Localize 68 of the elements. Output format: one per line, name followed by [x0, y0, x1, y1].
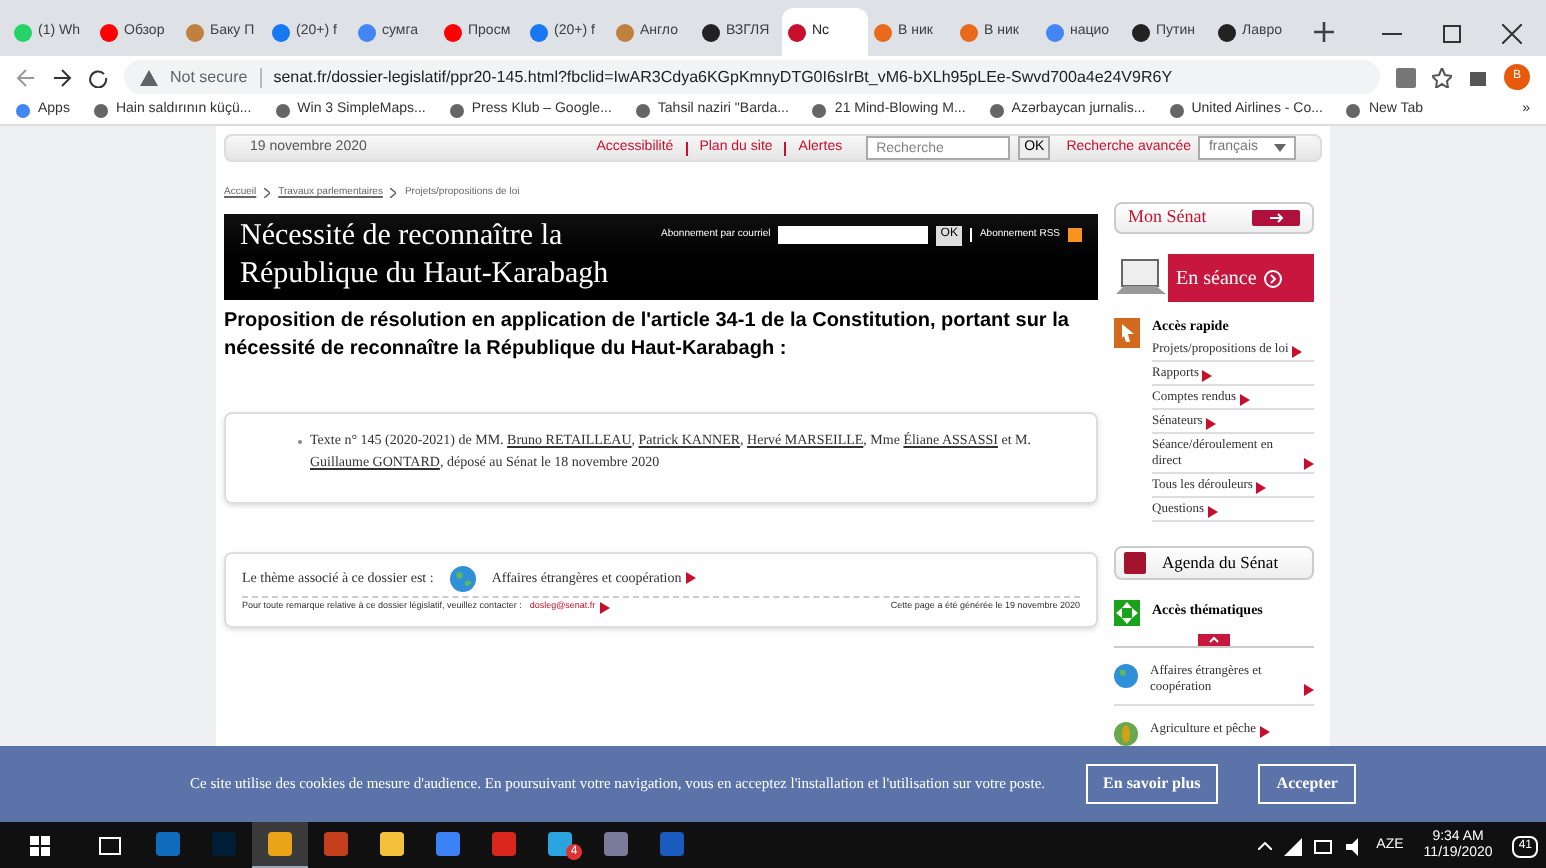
en-seance-button[interactable]: En séance	[1168, 254, 1314, 302]
arrow-icon	[1202, 369, 1213, 381]
wheat-icon	[1114, 722, 1138, 746]
taskbar-app[interactable]	[252, 822, 308, 868]
address-bar[interactable]: Not secure senat.fr/dossier-legislatif/ppr20-145.html?fbclid=IwAR3Cdya6KGpKmnyDTG0I6sIrBt_vM6-bXLh95pLEe-Swvd700a4e24V9R6Y	[124, 60, 1380, 94]
arrow-icon	[685, 572, 696, 584]
close-icon[interactable]	[1502, 24, 1522, 44]
email-field[interactable]	[778, 226, 929, 244]
new-tab-icon[interactable]	[1314, 22, 1334, 42]
favicon-icon	[960, 23, 978, 41]
favicon-icon	[616, 23, 634, 41]
star-icon[interactable]	[1432, 67, 1452, 87]
favicon-icon	[358, 23, 376, 41]
favicon-icon	[874, 23, 892, 41]
arrow-icon	[1292, 345, 1303, 357]
chevron-icon	[1264, 269, 1283, 287]
arrow-icon	[1206, 417, 1217, 429]
app-icon	[268, 832, 292, 856]
chevron-icon	[390, 188, 397, 199]
security-label: Not secure	[170, 65, 248, 89]
maximize-icon[interactable]	[1442, 24, 1462, 44]
chevron-icon	[264, 188, 271, 199]
app-icon	[492, 832, 516, 856]
app-icon	[380, 832, 404, 856]
page-heading: Proposition de résolution en application de l'article 34-1 de la Constitution, portant sur la nécessité de reconnaître la République du Haut-Karabagh :	[224, 307, 1071, 363]
arrow-icon	[1260, 726, 1271, 738]
cookie-button[interactable]: Accepter	[1258, 764, 1356, 804]
arrows-icon	[1114, 600, 1140, 626]
app-icon	[548, 832, 572, 856]
page-title: République du Haut-Karabagh	[240, 256, 609, 294]
arrow-icon	[1304, 457, 1314, 469]
favicon-icon	[14, 23, 32, 41]
cursor-icon	[1114, 318, 1140, 348]
arrow-icon	[1256, 481, 1267, 493]
favicon-icon	[702, 23, 720, 41]
network-icon[interactable]	[1284, 837, 1303, 855]
app-icon	[436, 832, 460, 856]
app-icon	[156, 832, 180, 856]
chevron-up-icon[interactable]	[1258, 842, 1273, 850]
forward-icon[interactable]	[52, 67, 72, 87]
favicon-icon	[1132, 23, 1150, 41]
reload-icon[interactable]	[88, 67, 108, 87]
url-text: senat.fr/dossier-legislatif/ppr20-145.html?fbclid=IwAR3Cdya6KGpKmnyDTG0I6sIrBt_vM6-bXLh95pLEe-Swvd700a4e24V9R6Y	[273, 65, 1173, 89]
favicon-icon	[444, 23, 462, 41]
back-icon[interactable]	[16, 67, 36, 87]
favicon-icon	[1046, 23, 1064, 41]
collapse-icon[interactable]	[1198, 634, 1230, 646]
favicon-icon	[788, 23, 806, 41]
app-icon	[324, 832, 348, 856]
warning-icon	[140, 69, 158, 85]
book-icon	[1124, 552, 1146, 574]
arrow-icon	[1240, 393, 1251, 405]
battery-icon[interactable]	[1314, 839, 1335, 853]
app-icon	[660, 832, 684, 856]
page-title: Nécessité de reconnaître la	[240, 218, 565, 256]
favicon-icon	[1218, 23, 1236, 41]
app-icon	[212, 832, 236, 856]
arrow-icon	[1208, 505, 1218, 517]
arrow-icon	[1304, 684, 1314, 696]
cookie-button[interactable]: En savoir plus	[1085, 764, 1219, 804]
app-icon	[604, 832, 628, 856]
favicon-icon	[272, 23, 290, 41]
agenda-button[interactable]: Agenda du Sénat	[1114, 546, 1314, 580]
favicon-icon	[100, 23, 118, 41]
favicon-icon	[186, 23, 204, 41]
favicon-icon	[530, 23, 548, 41]
mon-senat-button[interactable]: Mon Sénat	[1114, 202, 1314, 234]
arrow-icon	[599, 601, 610, 613]
